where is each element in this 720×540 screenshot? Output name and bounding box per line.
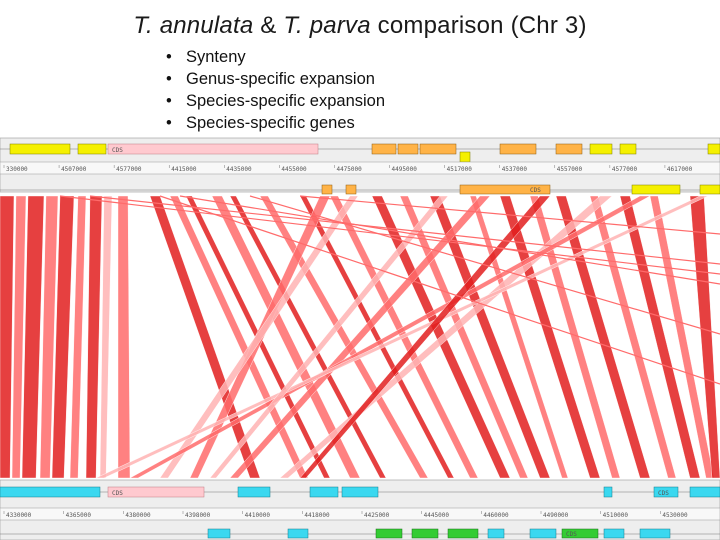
top-feature-yellow[interactable] — [619, 143, 637, 155]
ruler-label: 4445000 — [424, 512, 450, 519]
slide-title: T. annulata & T. parva comparison (Chr 3… — [0, 12, 720, 40]
bullet-item-genus-expansion: • Genus-specific expansion — [166, 68, 385, 90]
ruler-label: 4577000 — [612, 166, 638, 173]
ruler-label: 4475000 — [336, 166, 362, 173]
top-feature-yellow[interactable] — [589, 143, 613, 155]
bottom-feature-cyan[interactable] — [603, 486, 613, 498]
ruler-label: 4425000 — [364, 512, 390, 519]
top-feature-orange[interactable] — [397, 143, 419, 155]
bullet-text: Species-specific genes — [186, 114, 355, 132]
bullet-item-synteny: • Synteny — [166, 46, 385, 68]
top-feature-yellow[interactable] — [631, 184, 681, 195]
bottom-feature-cyan[interactable] — [309, 486, 339, 498]
ruler-label: 4495000 — [392, 166, 418, 173]
top-genome-panel: CDS 330000 4507000 4577000 4415000 4435000 44… — [0, 137, 720, 195]
bottom-green-label: CDS — [566, 531, 577, 538]
bullet-dot: • — [166, 92, 172, 110]
title-amp: & — [253, 12, 284, 39]
ruler-label: 4490000 — [543, 512, 569, 519]
top-cds-block[interactable] — [107, 143, 319, 155]
bottom-feature-cyan[interactable] — [237, 486, 271, 498]
title-species-a: T. annulata — [133, 12, 254, 39]
ruler-label: 4410000 — [245, 512, 271, 519]
bottom-cds-label-2: CDS — [658, 490, 669, 497]
bottom-feature-cyan[interactable] — [287, 528, 309, 539]
top-feature-orange[interactable] — [499, 143, 537, 155]
bullet-item-species-genes: • Species-specific genes — [166, 112, 385, 134]
bottom-feature-cyan[interactable] — [341, 486, 379, 498]
ruler-label: 4517000 — [447, 166, 473, 173]
bullet-text: Genus-specific expansion — [186, 70, 375, 88]
top-feature-orange[interactable] — [371, 143, 397, 155]
ruler-label: 4460000 — [483, 512, 509, 519]
top-feature-orange[interactable] — [345, 184, 357, 195]
top-cds-label-2: CDS — [530, 187, 541, 194]
bullet-dot: • — [166, 114, 172, 132]
ruler-label: 4455000 — [281, 166, 307, 173]
comparison-view[interactable]: CDS 330000 4507000 4577000 4415000 4435000 44… — [0, 134, 720, 540]
top-feature-orange[interactable] — [555, 143, 583, 155]
bottom-feature-cyan[interactable] — [0, 486, 101, 498]
ruler-label: 4530000 — [662, 512, 688, 519]
bottom-genome-panel: CDS CDS 4330000 4365000 4380000 4398000 4410… — [0, 479, 720, 540]
ruler-label: 4557000 — [557, 166, 583, 173]
bottom-cds-label: CDS — [112, 490, 123, 497]
ruler-label: 4418000 — [304, 512, 330, 519]
bottom-feature-cyan[interactable] — [207, 528, 231, 539]
match-ribbon[interactable] — [117, 195, 131, 479]
top-feature-yellow[interactable] — [699, 184, 720, 195]
ruler-label: 4330000 — [6, 512, 32, 519]
bullet-dot: • — [166, 70, 172, 88]
bullet-text: Synteny — [186, 48, 246, 66]
bottom-feature-cyan[interactable] — [487, 528, 505, 539]
bullet-list: • Synteny • Genus-specific expansion • Spec… — [166, 46, 385, 134]
ruler-label: 4537000 — [502, 166, 528, 173]
title-suffix: comparison (Chr 3) — [370, 12, 587, 39]
bottom-feature-cyan[interactable] — [529, 528, 557, 539]
ruler-label: 4365000 — [66, 512, 92, 519]
top-feature-yellow[interactable] — [9, 143, 71, 155]
top-feature-orange[interactable] — [321, 184, 333, 195]
ruler-label: 4507000 — [61, 166, 87, 173]
top-feature-yellow-small[interactable] — [459, 151, 471, 163]
bottom-feature-cyan[interactable] — [689, 486, 720, 498]
bullet-text: Species-specific expansion — [186, 92, 386, 110]
ruler-label: 4380000 — [125, 512, 151, 519]
top-feature-orange[interactable] — [419, 143, 457, 155]
ruler-label: 4398000 — [185, 512, 211, 519]
bottom-feature-cyan[interactable] — [603, 528, 625, 539]
ruler-label: 4435000 — [226, 166, 252, 173]
ruler-label: 4577000 — [116, 166, 142, 173]
ruler-label: 4617000 — [667, 166, 693, 173]
bottom-feature-cyan[interactable] — [639, 528, 671, 539]
ruler-label: 4415000 — [171, 166, 197, 173]
bottom-feature-green[interactable] — [447, 528, 479, 539]
top-feature-yellow[interactable] — [77, 143, 107, 155]
slide: T. annulata & T. parva comparison (Chr 3… — [0, 0, 720, 540]
bottom-feature-green[interactable] — [375, 528, 403, 539]
ruler-label: 330000 — [6, 166, 28, 173]
top-feature-yellow[interactable] — [707, 143, 720, 155]
bullet-item-species-expansion: • Species-specific expansion — [166, 90, 385, 112]
title-species-b: T. parva — [283, 12, 371, 39]
bottom-feature-green[interactable] — [411, 528, 439, 539]
bullet-dot: • — [166, 48, 172, 66]
top-cds-label: CDS — [112, 147, 123, 154]
ruler-label: 4510000 — [603, 512, 629, 519]
